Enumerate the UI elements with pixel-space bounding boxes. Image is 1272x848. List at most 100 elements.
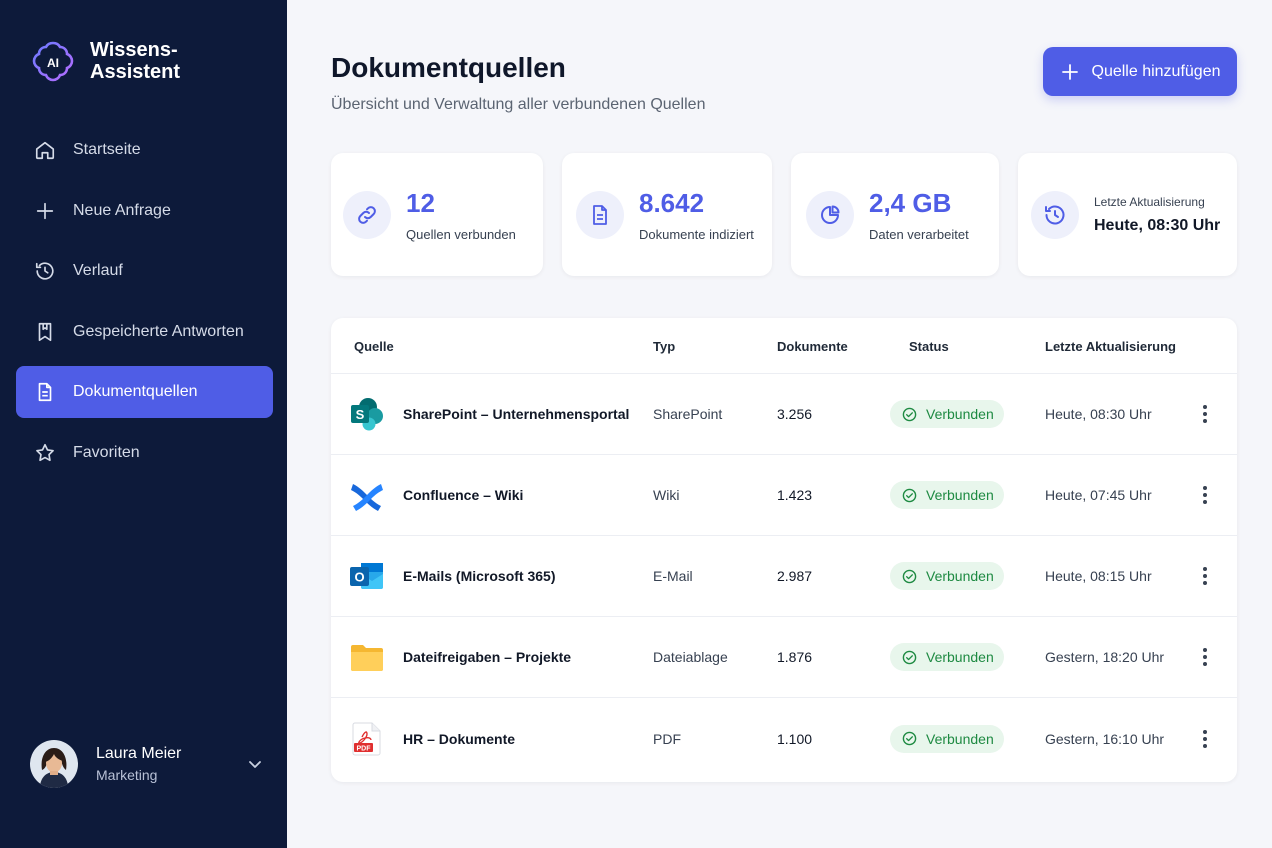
table-row[interactable]: PDF HR – Dokumente PDF 1.100 Verbunden G… — [331, 698, 1237, 779]
svg-text:PDF: PDF — [357, 745, 372, 752]
status-label: Verbunden — [926, 649, 994, 665]
nav-item-startseite[interactable]: Startseite — [16, 124, 273, 176]
history-icon — [34, 260, 56, 282]
status-badge: Verbunden — [890, 724, 1004, 753]
sharepoint-icon: S — [351, 398, 383, 431]
source-name: HR – Dokumente — [403, 730, 516, 747]
home-icon — [34, 139, 56, 161]
source-name: Confluence – Wiki — [403, 487, 524, 503]
status-label: Verbunden — [926, 730, 994, 747]
plus-icon — [1061, 63, 1078, 80]
more-options-icon[interactable] — [1195, 564, 1215, 588]
status-badge: Verbunden — [890, 481, 1004, 509]
table-row[interactable]: Dateifreigaben – Projekte Dateiablage 1.… — [331, 617, 1237, 698]
last-updated: Gestern, 18:20 Uhr — [1045, 649, 1165, 665]
source-type: E-Mail — [653, 568, 693, 584]
add-source-button[interactable]: Quelle hinzufügen — [1043, 47, 1237, 96]
stat-label: Letzte Aktualisierung — [1094, 194, 1205, 209]
nav-item-neue-anfrage[interactable]: Neue Anfrage — [16, 185, 273, 237]
page-subtitle: Übersicht und Verwaltung aller verbunden… — [331, 96, 706, 113]
nav-item-label: Neue Anfrage — [73, 201, 171, 219]
user-name: Laura Meier — [96, 745, 182, 762]
check-circle-icon — [902, 731, 917, 746]
brand-name: Wissens-Assistent — [90, 39, 181, 83]
nav-item-gespeicherte-antworten[interactable]: Gespeicherte Antworten — [16, 306, 273, 358]
outlook-icon: O — [350, 563, 383, 589]
document-count: 1.876 — [777, 649, 813, 665]
svg-text:AI: AI — [47, 56, 59, 70]
document-icon — [34, 381, 56, 403]
stat-label: Daten verarbeitet — [869, 226, 969, 242]
link-icon — [343, 190, 391, 239]
column-header-source[interactable]: Quelle — [354, 339, 394, 354]
bookmark-icon — [34, 321, 56, 343]
stat-value: 12 — [406, 187, 435, 218]
source-name: E-Mails (Microsoft 365) — [403, 568, 556, 584]
column-header-last-update[interactable]: Letzte Aktualisierung — [1045, 339, 1176, 354]
more-options-icon[interactable] — [1195, 645, 1215, 669]
sidebar: AI Wissens-Assistent Startseite Neue Anf… — [0, 0, 287, 848]
stat-value: 2,4 GB — [869, 187, 952, 218]
document-count: 1.100 — [777, 730, 813, 747]
status-badge: Verbunden — [890, 400, 1004, 428]
stat-card-documents: 8.642 Dokumente indiziert — [562, 153, 772, 276]
user-role: Marketing — [96, 767, 158, 783]
stat-value: 8.642 — [639, 187, 705, 218]
status-badge: Verbunden — [890, 562, 1004, 590]
source-name: Dateifreigaben – Projekte — [403, 649, 572, 665]
stat-label: Dokumente indiziert — [639, 226, 754, 242]
add-source-label: Quelle hinzufügen — [1091, 62, 1221, 80]
last-updated: Heute, 08:15 Uhr — [1045, 568, 1152, 584]
document-count: 2.987 — [777, 568, 813, 584]
source-name: SharePoint – Unternehmensportal — [403, 406, 630, 422]
source-type: Dateiablage — [653, 649, 728, 665]
star-icon — [34, 442, 56, 464]
brand[interactable]: AI Wissens-Assistent — [30, 38, 200, 84]
stat-value: Heute, 08:30 Uhr — [1094, 216, 1221, 234]
nav-item-favoriten[interactable]: Favoriten — [16, 427, 273, 479]
svg-text:S: S — [356, 407, 365, 422]
svg-text:O: O — [354, 570, 364, 585]
page-title: Dokumentquellen — [331, 52, 566, 83]
nav-item-label: Startseite — [73, 141, 141, 158]
column-header-status[interactable]: Status — [909, 339, 949, 354]
document-count: 3.256 — [777, 406, 813, 422]
sources-table: Quelle Typ Dokumente Status Letzte Aktua… — [331, 318, 1237, 782]
table-row[interactable]: O E-Mails (Microsoft 365) E-Mail 2.987 V… — [331, 536, 1237, 617]
table-row[interactable]: S SharePoint – Unternehmensportal ShareP… — [331, 374, 1237, 455]
nav-item-label: Dokumentquellen — [73, 383, 198, 400]
check-circle-icon — [902, 569, 917, 583]
avatar — [30, 740, 78, 788]
column-header-type[interactable]: Typ — [653, 339, 675, 354]
folder-icon — [351, 645, 383, 671]
pdf-icon: PDF — [352, 722, 381, 755]
stat-card-last-update: Letzte Aktualisierung Heute, 08:30 Uhr — [1018, 153, 1237, 276]
last-updated: Heute, 07:45 Uhr — [1045, 487, 1152, 503]
more-options-icon[interactable] — [1195, 483, 1215, 507]
status-label: Verbunden — [926, 406, 994, 422]
chevron-down-icon[interactable] — [245, 754, 265, 774]
table-row[interactable]: Confluence – Wiki Wiki 1.423 Verbunden H… — [331, 455, 1237, 536]
source-type: PDF — [653, 730, 681, 747]
user-menu[interactable]: Laura Meier Marketing — [30, 740, 265, 788]
brain-logo-icon: AI — [32, 41, 74, 82]
stat-card-data: 2,4 GB Daten verarbeitet — [791, 153, 999, 276]
status-label: Verbunden — [926, 568, 994, 584]
status-label: Verbunden — [926, 487, 994, 503]
last-updated: Gestern, 16:10 Uhr — [1045, 730, 1165, 747]
nav-item-verlauf[interactable]: Verlauf — [16, 245, 273, 297]
stat-card-sources: 12 Quellen verbunden — [331, 153, 543, 276]
nav-item-label: Verlauf — [73, 262, 123, 279]
plus-icon — [34, 200, 56, 222]
more-options-icon[interactable] — [1195, 402, 1215, 426]
user-info: Laura Meier Marketing — [96, 745, 245, 783]
source-type: SharePoint — [653, 406, 723, 422]
nav-item-label: Favoriten — [73, 443, 140, 461]
column-header-documents[interactable]: Dokumente — [777, 339, 848, 354]
nav-item-dokumentquellen[interactable]: Dokumentquellen — [16, 366, 273, 418]
table-header: Quelle Typ Dokumente Status Letzte Aktua… — [331, 318, 1237, 374]
document-count: 1.423 — [777, 487, 813, 503]
status-badge: Verbunden — [890, 643, 1004, 671]
more-options-icon[interactable] — [1195, 727, 1215, 751]
check-circle-icon — [902, 488, 917, 502]
